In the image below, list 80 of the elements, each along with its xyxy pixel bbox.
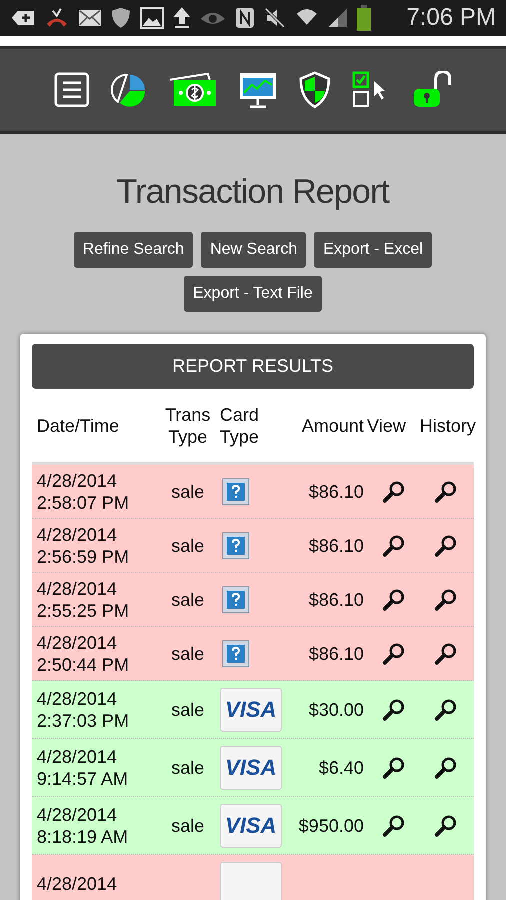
amount-cell: $86.10	[308, 590, 364, 610]
trans-type-cell: sale	[171, 816, 205, 836]
mail-icon	[78, 9, 102, 27]
trans-type-cell: sale	[171, 758, 205, 778]
report-header: REPORT RESULTS	[32, 344, 474, 389]
unlocked-padlock-icon[interactable]	[412, 71, 452, 109]
shield-icon[interactable]	[298, 71, 332, 109]
magnifier-icon[interactable]	[434, 480, 458, 504]
page-title: Transaction Report	[116, 172, 391, 212]
date-time-cell-text: 4/28/2014 2:56:59 PM	[36, 524, 130, 568]
magnifier-icon[interactable]	[434, 642, 458, 666]
add-icon	[10, 9, 36, 27]
column-header: History	[418, 414, 476, 436]
amount-cell: $30.00	[308, 700, 364, 720]
column-header: Card Type	[220, 404, 260, 448]
date-time-cell-text: 4/28/2014 2:55:25 PM	[36, 578, 130, 622]
date-time-cell-text: 4/28/2014 2:37:03 PM	[36, 688, 130, 732]
trans-type-cell: sale	[171, 536, 205, 556]
upload-icon	[173, 7, 191, 29]
trans-type-cell: sale	[171, 482, 205, 502]
magnifier-icon[interactable]	[434, 534, 458, 558]
list-icon[interactable]	[54, 72, 90, 108]
magnifier-icon[interactable]	[382, 588, 406, 612]
magnifier-icon[interactable]	[382, 756, 406, 780]
report-button[interactable]: New Search	[201, 232, 306, 268]
column-header: Amount	[300, 414, 364, 436]
mute-icon	[264, 7, 286, 29]
unknown-card-icon	[222, 586, 250, 614]
magnifier-icon[interactable]	[382, 814, 406, 838]
report-button[interactable]: Export - Excel	[314, 232, 432, 268]
unknown-card-icon	[222, 478, 250, 506]
money-icon[interactable]	[168, 72, 218, 108]
table-row[interactable]: 4/28/2014 9:14:57 AM sale VISA $6.40	[32, 739, 474, 797]
amount-cell: $86.10	[308, 644, 364, 664]
visa-card-logo: VISA	[220, 804, 282, 848]
magnifier-icon[interactable]	[434, 756, 458, 780]
amount-cell: $86.10	[308, 536, 364, 556]
status-time: 7:06 PM	[406, 3, 496, 33]
table-row[interactable]: 4/28/2014 2:50:44 PM sale $86.10	[32, 627, 474, 681]
visa-card-logo: VISA	[220, 688, 282, 732]
report-button[interactable]: Export - Text File	[184, 276, 322, 312]
table-row[interactable]: 4/28/2014 2:58:07 PM sale $86.10	[32, 465, 474, 519]
signal-icon	[328, 8, 348, 28]
report-button[interactable]: Refine Search	[74, 232, 194, 268]
table-row[interactable]: 4/28/2014	[32, 855, 474, 900]
magnifier-icon[interactable]	[434, 698, 458, 722]
date-time-cell-text: 4/28/2014 2:58:07 PM	[36, 470, 130, 514]
table-row[interactable]: 4/28/2014 2:56:59 PM sale $86.10	[32, 519, 474, 573]
table-row[interactable]: 4/28/2014 2:55:25 PM sale $86.10	[32, 573, 474, 627]
trans-type-cell: sale	[171, 590, 205, 610]
phone-icon	[45, 8, 69, 28]
magnifier-icon[interactable]	[382, 642, 406, 666]
visa-card-logo: VISA	[220, 746, 282, 790]
trans-type-cell: sale	[171, 644, 205, 664]
presentation-icon[interactable]	[238, 71, 278, 109]
battery-icon	[357, 5, 371, 31]
date-time-cell-text: 4/28/2014 2:50:44 PM	[36, 632, 130, 676]
column-header: Trans Type	[164, 404, 212, 448]
shield-icon	[111, 7, 131, 29]
magnifier-icon[interactable]	[434, 588, 458, 612]
image-icon	[140, 7, 164, 29]
magnifier-icon[interactable]	[382, 534, 406, 558]
pie-chart-icon[interactable]	[110, 72, 148, 108]
table-row[interactable]: 4/28/2014 8:18:19 AM sale VISA $950.00	[32, 797, 474, 855]
amount-cell: $86.10	[308, 482, 364, 502]
magnifier-icon[interactable]	[382, 698, 406, 722]
date-time-cell-text: 4/28/2014 8:18:19 AM	[36, 804, 130, 848]
unknown-card-icon	[222, 640, 250, 668]
unknown-card-icon	[222, 532, 250, 560]
nfc-icon	[235, 7, 255, 29]
table-row[interactable]: 4/28/2014 2:37:03 PM sale VISA $30.00	[32, 681, 474, 739]
magnifier-icon[interactable]	[434, 814, 458, 838]
magnifier-icon[interactable]	[382, 480, 406, 504]
column-header: View	[366, 414, 406, 436]
amount-cell: $6.40	[318, 758, 364, 778]
date-time-cell-text: 4/28/2014 9:14:57 AM	[36, 746, 130, 790]
trans-type-cell: sale	[171, 700, 205, 720]
column-header: Date/Time	[36, 414, 120, 436]
date-time-cell-text: 4/28/2014	[36, 872, 118, 894]
amount-cell: $950.00	[298, 816, 364, 836]
